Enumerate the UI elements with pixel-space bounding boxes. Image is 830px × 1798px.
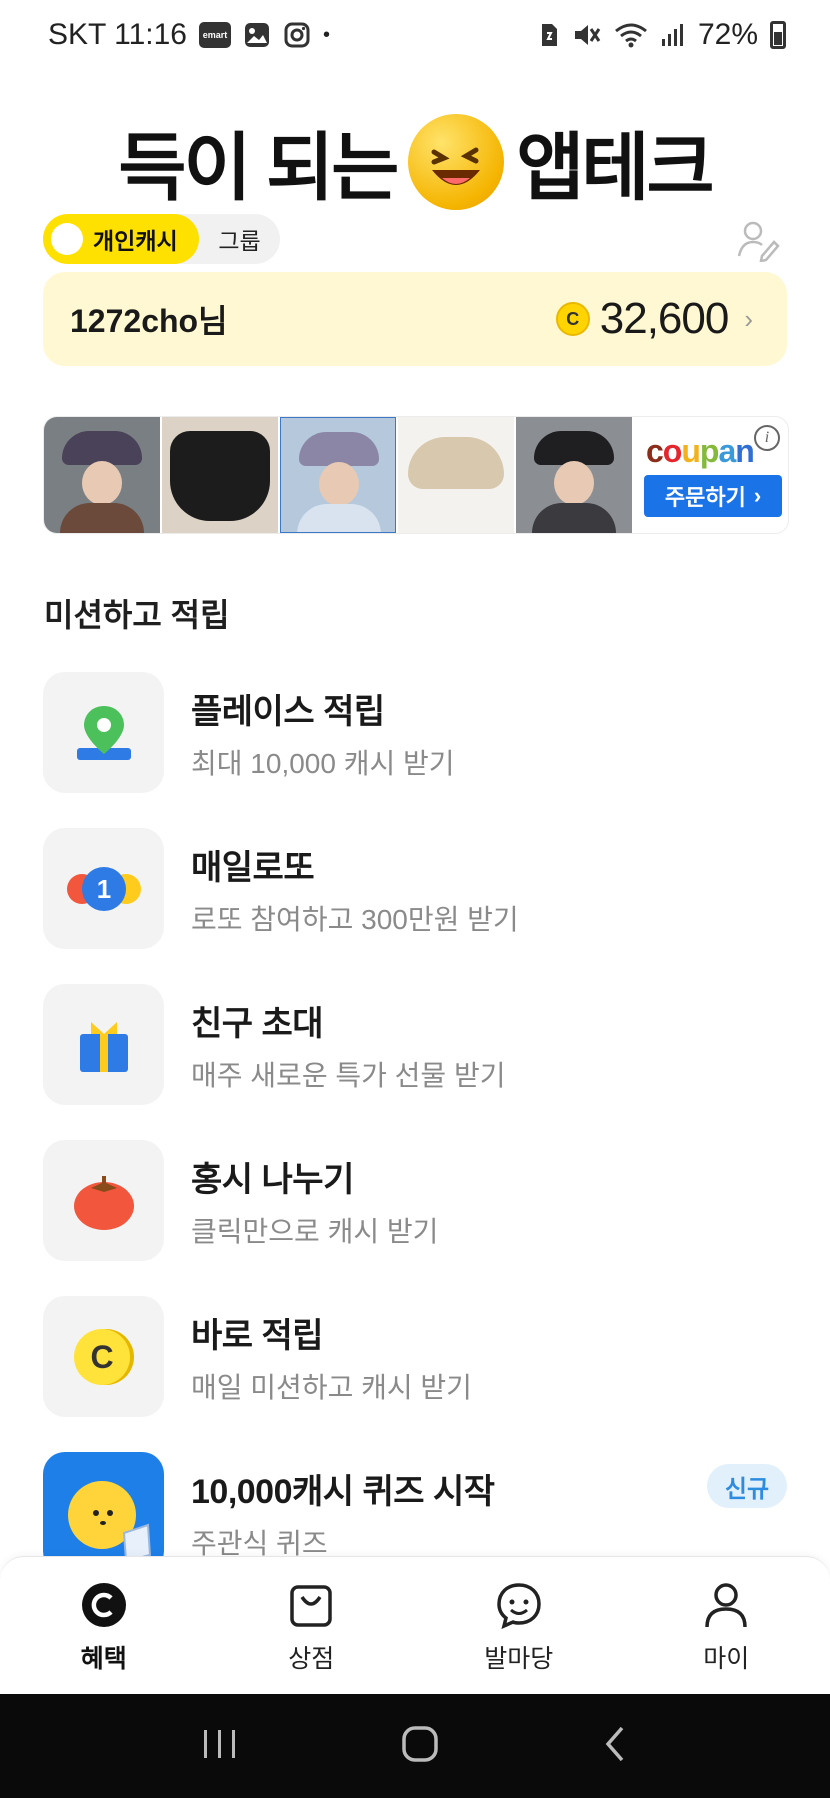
mute-icon (572, 21, 602, 49)
smile-chat-icon (495, 1581, 543, 1629)
mission-list: 플레이스 적립 최대 10,000 캐시 받기 1 매일로또 로또 참여하고 3… (43, 672, 787, 1608)
mission-subtitle: 로또 참여하고 300만원 받기 (191, 904, 519, 935)
coin-icon: C (555, 302, 590, 336)
mission-title: 홍시 나누기 (191, 1161, 354, 1199)
mission-title: 10,000캐시 퀴즈 시작 (191, 1473, 495, 1511)
more-notifications-icon: • (322, 23, 330, 46)
status-bar: SKT 11:16 emart • 72% (0, 0, 830, 70)
sim-icon (538, 21, 560, 49)
group-tab[interactable]: 그룹 (199, 222, 280, 256)
mission-subtitle: 매주 새로운 특가 선물 받기 (191, 1060, 506, 1091)
recent-apps-icon[interactable] (200, 1726, 240, 1767)
chevron-right-icon: › (744, 303, 753, 334)
mission-subtitle: 클릭만으로 캐시 받기 (191, 1216, 439, 1247)
coupang-logo: coupan (646, 433, 755, 469)
system-nav-bar (0, 1694, 830, 1798)
personal-cash-label: 개인캐시 (93, 228, 178, 254)
ad-product-image[interactable] (162, 417, 278, 533)
app-title-left: 득이 되는 (118, 126, 399, 209)
person-icon (702, 1581, 750, 1629)
gallery-notification-icon (243, 21, 271, 49)
nav-label: 상점 (288, 1645, 335, 1673)
mission-subtitle: 최대 10,000 캐시 받기 (191, 748, 455, 779)
signal-icon (660, 21, 686, 49)
order-button-label: 주문하기 (664, 485, 746, 510)
nav-label: 마이 (703, 1645, 750, 1673)
nav-label: 발마당 (484, 1645, 554, 1673)
map-pin-icon (43, 672, 164, 793)
persimmon-icon (43, 1140, 164, 1261)
mission-title: 매일로또 (191, 849, 315, 887)
bottom-nav: 혜택 상점 발마당 마이 (0, 1556, 830, 1695)
mission-item-persimmon[interactable]: 홍시 나누기 클릭만으로 캐시 받기 (43, 1140, 787, 1296)
coupang-ad-banner[interactable]: coupan i 주문하기 › (43, 416, 789, 534)
home-icon[interactable] (400, 1724, 440, 1769)
ad-product-image[interactable] (44, 417, 160, 533)
section-title: 미션하고 적립 (44, 597, 230, 633)
mission-item-place[interactable]: 플레이스 적립 최대 10,000 캐시 받기 (43, 672, 787, 828)
status-left: SKT 11:16 emart • (48, 18, 330, 52)
shopping-bag-icon (287, 1581, 335, 1629)
lotto-ball-icon: 1 (43, 828, 164, 949)
emart-notification-icon: emart (198, 22, 231, 48)
toggle-knob (51, 223, 83, 255)
personal-cash-tab[interactable]: 개인캐시 (43, 214, 199, 264)
cash-coin-icon (80, 1581, 128, 1629)
balance-wrap: C 32,600 › (555, 294, 753, 344)
nav-community[interactable]: 발마당 (415, 1557, 623, 1695)
coin-icon: C (43, 1296, 164, 1417)
nav-label: 혜택 (80, 1645, 127, 1673)
ad-product-image[interactable] (398, 417, 514, 533)
ad-brand-area[interactable]: coupan i 주문하기 › (634, 417, 788, 533)
mission-item-invite[interactable]: 친구 초대 매주 새로운 특가 선물 받기 (43, 984, 787, 1140)
mission-item-instant-cash[interactable]: C 바로 적립 매일 미션하고 캐시 받기 (43, 1296, 787, 1452)
laughing-face-icon (408, 113, 505, 210)
cash-type-toggle[interactable]: 개인캐시 그룹 (43, 214, 280, 264)
cash-balance-card[interactable]: 1272cho님 C 32,600 › (43, 272, 787, 366)
nav-my[interactable]: 마이 (623, 1557, 830, 1695)
svg-text:C: C (90, 1339, 113, 1375)
quiz-icon (43, 1452, 164, 1573)
mission-subtitle: 매일 미션하고 캐시 받기 (191, 1372, 472, 1403)
profile-edit-icon[interactable] (736, 218, 780, 263)
carrier-time: SKT 11:16 (48, 18, 187, 51)
back-icon[interactable] (600, 1724, 630, 1769)
nav-store[interactable]: 상점 (208, 1557, 416, 1695)
new-badge: 신규 (707, 1464, 787, 1508)
mission-title: 바로 적립 (191, 1317, 324, 1355)
instagram-notification-icon (283, 21, 311, 49)
user-name: 1272cho님 (70, 303, 228, 339)
battery-icon (770, 21, 786, 49)
svg-text:1: 1 (96, 874, 110, 904)
app-title-right: 앱테크 (516, 126, 714, 209)
order-button[interactable]: 주문하기 › (644, 475, 782, 517)
app-title: 득이 되는 앱테크 (0, 108, 830, 215)
mission-title: 플레이스 적립 (191, 693, 385, 731)
status-right: 72% (538, 18, 786, 52)
cash-balance: 32,600 (599, 294, 730, 343)
battery-percent: 72% (697, 18, 758, 51)
nav-benefits[interactable]: 혜택 (0, 1557, 208, 1695)
mission-title: 친구 초대 (191, 1005, 324, 1043)
gift-icon (43, 984, 164, 1105)
order-arrow-icon: › (753, 483, 762, 508)
ad-info-icon[interactable]: i (754, 425, 780, 451)
ad-product-image[interactable] (280, 417, 396, 533)
ad-product-image[interactable] (516, 417, 632, 533)
wifi-icon (614, 21, 648, 49)
mission-item-lotto[interactable]: 1 매일로또 로또 참여하고 300만원 받기 (43, 828, 787, 984)
